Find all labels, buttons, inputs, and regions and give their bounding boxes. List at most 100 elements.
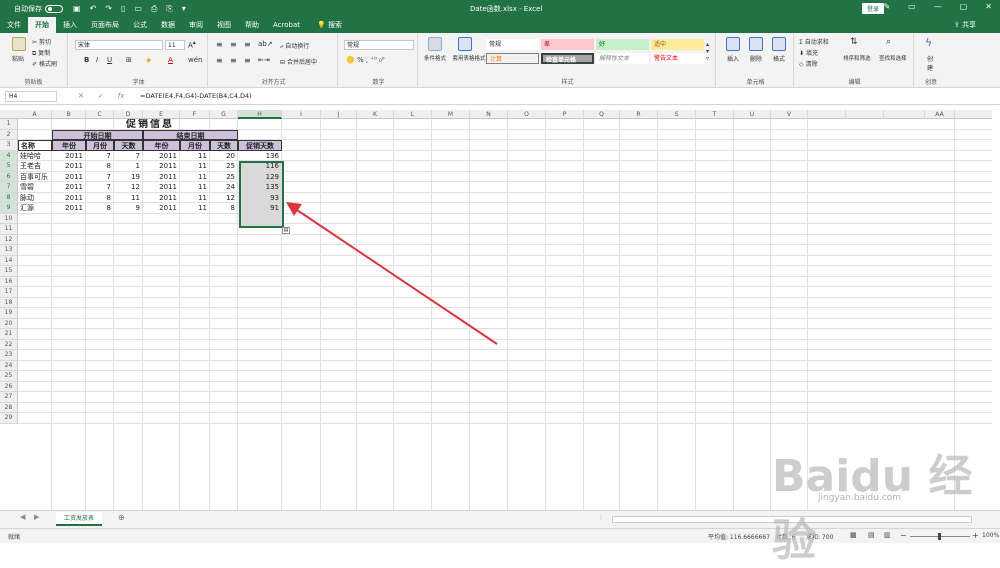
column-header-H[interactable]: H — [238, 110, 282, 119]
share-button[interactable]: ⇪ 共享 — [954, 20, 976, 30]
styles-more-icon[interactable]: ▴ ▾ ▿ — [706, 41, 709, 62]
wrap-text-button[interactable]: ⤶ 自动换行 — [280, 41, 309, 51]
data-cell[interactable]: 25 — [210, 161, 238, 172]
pen-icon[interactable]: ✎ — [883, 2, 890, 11]
data-cell[interactable]: 19 — [114, 172, 143, 183]
tab-insert[interactable]: 插入 — [56, 17, 84, 33]
data-cell[interactable]: 8 — [86, 193, 114, 204]
data-cell[interactable]: 2011 — [143, 182, 180, 193]
tab-page-layout[interactable]: 页面布局 — [84, 17, 126, 33]
column-header-K[interactable]: K — [357, 110, 394, 119]
conditional-format-icon[interactable] — [428, 37, 442, 51]
data-cell[interactable]: 12 — [114, 182, 143, 193]
header-promo-days[interactable]: 促销天数 — [238, 140, 282, 151]
column-header-Q[interactable]: Q — [584, 110, 620, 119]
data-cell[interactable]: 2011 — [52, 172, 86, 183]
data-cell[interactable]: 24 — [210, 182, 238, 193]
table-format-button[interactable]: 套用表格格式 — [452, 54, 486, 62]
insert-function-icon[interactable]: fx — [118, 92, 125, 100]
data-cell[interactable]: 百事可乐 — [18, 172, 52, 183]
font-name-select[interactable]: 宋体 — [75, 40, 163, 50]
data-cell[interactable]: 8 — [86, 161, 114, 172]
currency-icon[interactable]: 🪙 % , ⁺⁰ ₀⁰ — [346, 56, 385, 64]
row-header-29[interactable]: 29 — [0, 413, 18, 424]
tab-acrobat[interactable]: Acrobat — [266, 17, 307, 33]
data-cell[interactable]: 11 — [114, 193, 143, 204]
data-cell[interactable]: 2011 — [52, 151, 86, 162]
conditional-format-button[interactable]: 条件格式 — [424, 54, 446, 62]
data-cell[interactable]: 2011 — [52, 161, 86, 172]
data-cell[interactable]: 116 — [238, 161, 282, 172]
indent-icon[interactable]: ⇤⇥ — [258, 56, 270, 64]
restore-icon[interactable]: ▢ — [960, 2, 968, 11]
header-col-2[interactable]: 月份 — [86, 140, 114, 151]
data-cell[interactable]: 2011 — [52, 203, 86, 214]
new-file-icon[interactable]: ▯ — [121, 4, 125, 14]
data-cell[interactable]: 91 — [238, 203, 282, 214]
merge-center-button[interactable]: ⊟ 合并后居中 — [280, 57, 317, 66]
data-cell[interactable]: 2011 — [143, 151, 180, 162]
borders-icon[interactable]: ⊞ — [126, 56, 132, 64]
header-col-5[interactable]: 月份 — [180, 140, 210, 151]
row-header-4[interactable]: 4 — [0, 150, 18, 161]
column-header-AA[interactable]: AA — [925, 110, 955, 119]
column-header-blank[interactable] — [808, 110, 846, 119]
formula-input[interactable]: =DATE(E4,F4,G4)-DATE(B4,C4,D4) — [140, 92, 252, 100]
row-header-11[interactable]: 11 — [0, 224, 18, 235]
data-cell[interactable]: 2011 — [52, 193, 86, 204]
row-header-9[interactable]: 9 — [0, 203, 18, 214]
data-cell[interactable]: 2011 — [52, 182, 86, 193]
tab-file[interactable]: 文件 — [0, 17, 28, 33]
row-header-6[interactable]: 6 — [0, 171, 18, 182]
align-center-icon[interactable]: ≡ — [230, 56, 237, 65]
login-button[interactable]: 登录 — [862, 3, 885, 14]
print-preview-icon[interactable]: ⎙ — [151, 4, 157, 14]
data-cell[interactable]: 136 — [238, 151, 282, 162]
data-cell[interactable]: 129 — [238, 172, 282, 183]
style-warning[interactable]: 警告文本 — [651, 53, 704, 64]
row-header-2[interactable]: 2 — [0, 129, 18, 140]
style-calculation[interactable]: 计算 — [486, 53, 539, 64]
customize-qat-icon[interactable]: ▾ — [182, 4, 186, 14]
data-cell[interactable]: 7 — [86, 182, 114, 193]
redo-icon[interactable]: ↷ — [105, 4, 112, 14]
header-col-4[interactable]: 年份 — [143, 140, 180, 151]
data-cell[interactable]: 11 — [180, 193, 210, 204]
name-box[interactable]: H4 — [5, 91, 57, 102]
header-name[interactable]: 名称 — [18, 140, 52, 151]
close-icon[interactable]: ✕ — [985, 2, 992, 11]
delete-cells-icon[interactable] — [749, 37, 763, 51]
underline-icon[interactable]: U — [107, 56, 112, 64]
header-col-3[interactable]: 天数 — [114, 140, 143, 151]
column-header-A[interactable]: A — [18, 110, 52, 119]
cut-button[interactable]: ✂ 剪切 — [32, 37, 51, 46]
data-cell[interactable]: 7 — [86, 172, 114, 183]
row-header-7[interactable]: 7 — [0, 182, 18, 193]
align-top-icon[interactable]: ≡ — [216, 40, 223, 49]
column-header-G[interactable]: G — [210, 110, 238, 119]
paste-icon[interactable] — [12, 37, 26, 51]
tab-help[interactable]: 帮助 — [238, 17, 266, 33]
row-header-5[interactable]: 5 — [0, 161, 18, 172]
data-cell[interactable]: 汇源 — [18, 203, 52, 214]
autosave-toggle[interactable] — [45, 4, 63, 13]
save-icon[interactable]: ▣ — [73, 4, 81, 14]
column-header-T[interactable]: T — [696, 110, 734, 119]
fill-color-icon[interactable]: ◈ — [146, 56, 151, 64]
row-header-22[interactable]: 22 — [0, 339, 18, 350]
print-icon[interactable]: ⎘ — [166, 4, 172, 14]
column-header-U[interactable]: U — [734, 110, 771, 119]
data-cell[interactable]: 11 — [180, 172, 210, 183]
row-header-23[interactable]: 23 — [0, 350, 18, 361]
row-header-3[interactable]: 3 — [0, 140, 18, 151]
font-color-icon[interactable]: A — [168, 56, 173, 64]
data-cell[interactable]: 11 — [180, 151, 210, 162]
column-header-J[interactable]: J — [321, 110, 357, 119]
row-header-27[interactable]: 27 — [0, 392, 18, 403]
align-right-icon[interactable]: ≡ — [244, 56, 251, 65]
tab-review[interactable]: 审阅 — [182, 17, 210, 33]
data-cell[interactable]: 7 — [114, 151, 143, 162]
bold-icon[interactable]: B — [84, 56, 89, 64]
phonetic-icon[interactable]: wén — [188, 56, 202, 64]
insert-cells-button[interactable]: 插入 — [727, 54, 739, 63]
